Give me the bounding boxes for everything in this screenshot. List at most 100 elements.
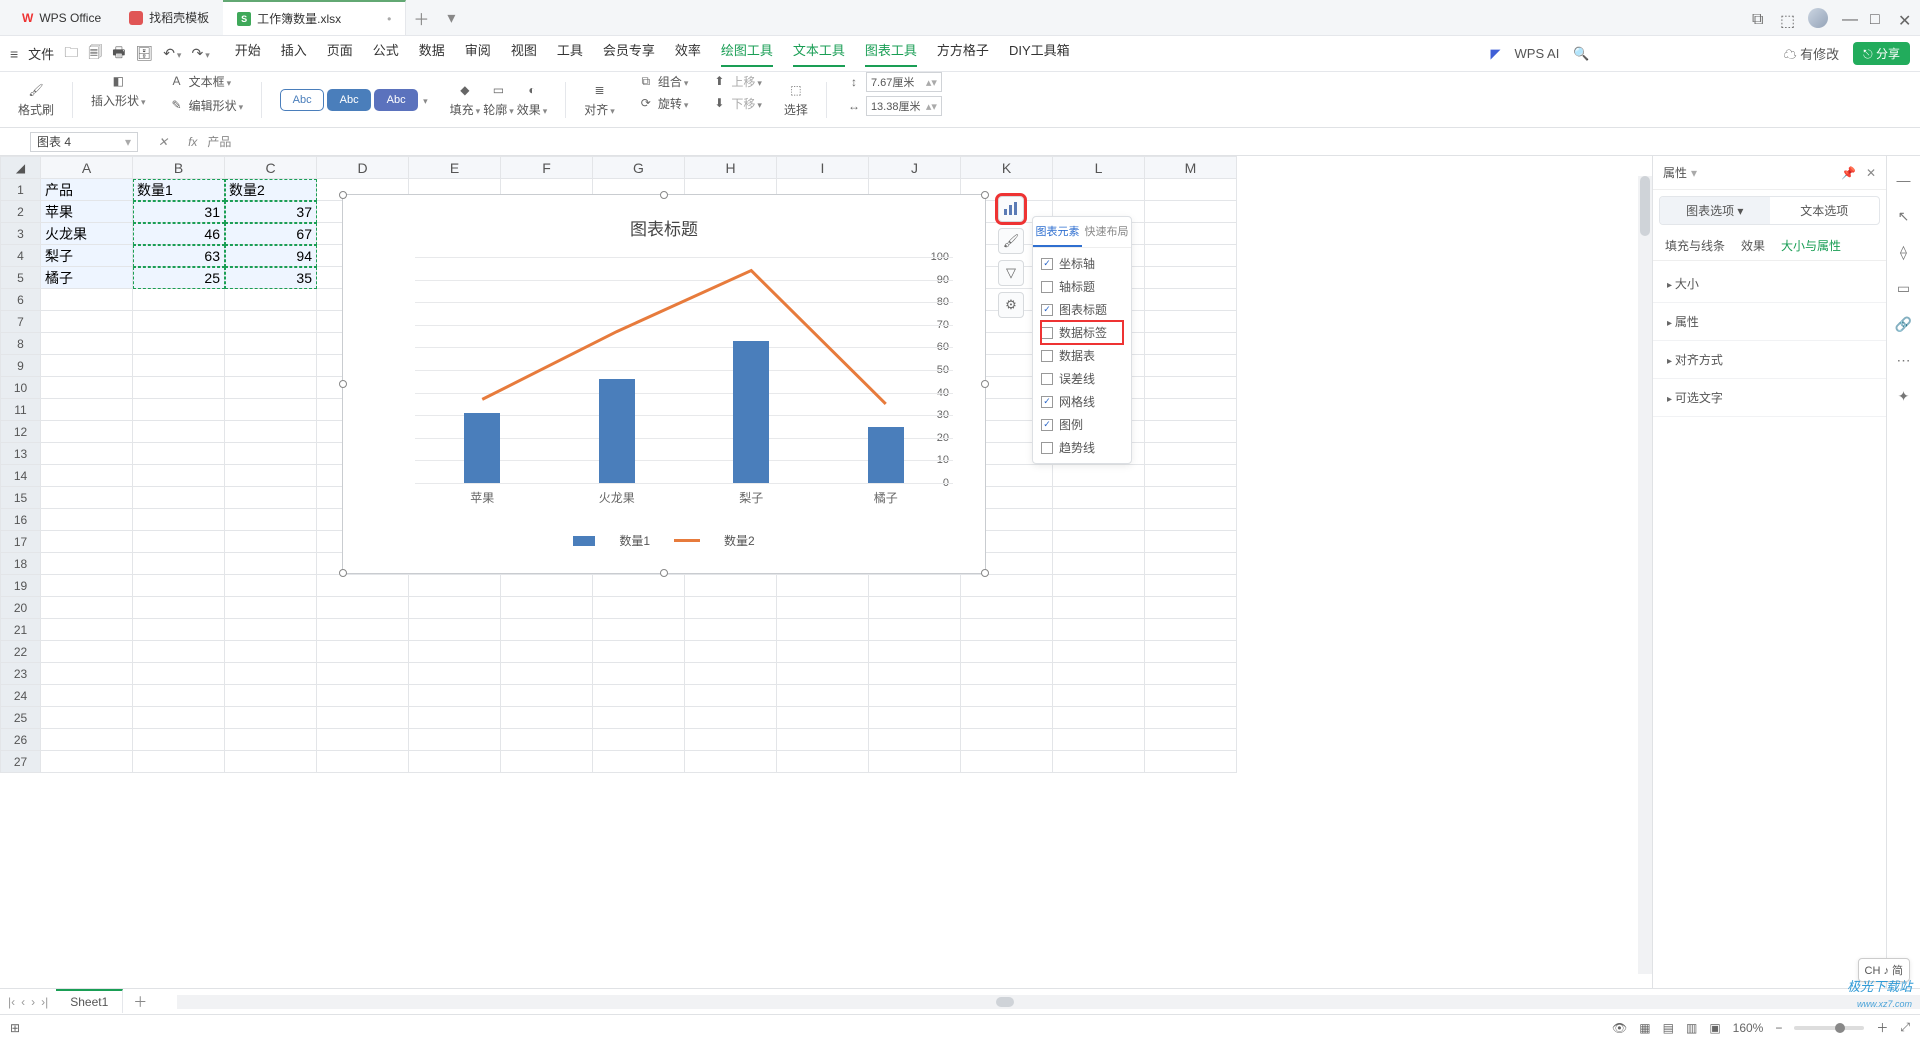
- formula-content[interactable]: 产品: [207, 133, 231, 150]
- panel-close-icon[interactable]: ✕: [1866, 166, 1876, 180]
- checkbox-icon[interactable]: [1041, 350, 1053, 362]
- tab-drawingtools[interactable]: 绘图工具: [721, 40, 773, 67]
- rail-wand-icon[interactable]: ✦: [1894, 386, 1914, 406]
- view-page-icon[interactable]: ▤: [1663, 1021, 1674, 1035]
- style-blue-pill[interactable]: Abc: [327, 89, 371, 111]
- prev-sheet-icon[interactable]: ‹: [21, 995, 25, 1009]
- rail-word-icon[interactable]: ▭: [1894, 278, 1914, 298]
- fx-icon[interactable]: fx: [188, 135, 197, 149]
- edit-shape-button[interactable]: ✎编辑形状: [168, 96, 244, 114]
- sub-effect[interactable]: 效果: [1741, 237, 1765, 254]
- avatar[interactable]: [1808, 8, 1828, 28]
- section-size[interactable]: 大小: [1653, 265, 1886, 303]
- cube-icon[interactable]: ⬚: [1780, 11, 1794, 25]
- wps-ai-label[interactable]: WPS AI: [1515, 46, 1560, 61]
- status-icon[interactable]: ⊞: [10, 1021, 20, 1035]
- last-sheet-icon[interactable]: ›|: [41, 995, 48, 1009]
- chart-element-坐标轴[interactable]: ✓坐标轴: [1041, 252, 1123, 275]
- width-field[interactable]: 13.38厘米▴▾: [866, 96, 942, 116]
- print-preview-icon[interactable]: 🗐: [88, 42, 102, 66]
- pin-icon[interactable]: 📌: [1841, 166, 1856, 180]
- chart-element-误差线[interactable]: 误差线: [1041, 367, 1123, 390]
- tab-member[interactable]: 会员专享: [603, 40, 655, 67]
- checkbox-icon[interactable]: [1041, 373, 1053, 385]
- rail-link-icon[interactable]: 🔗: [1894, 314, 1914, 334]
- rail-more-icon[interactable]: ⋯: [1894, 350, 1914, 370]
- cell[interactable]: 橘子: [41, 267, 133, 289]
- file-menu[interactable]: 文件: [28, 44, 54, 63]
- group-button[interactable]: ⧉组合: [637, 72, 689, 90]
- menu-hamburger-icon[interactable]: ≡: [10, 46, 18, 62]
- maximize-icon[interactable]: □: [1870, 11, 1884, 25]
- insert-shape-button[interactable]: ◧ 插入形状: [91, 72, 146, 109]
- checkbox-icon[interactable]: ✓: [1041, 419, 1053, 431]
- chart-element-数据标签[interactable]: 数据标签: [1041, 321, 1123, 344]
- rail-select-icon[interactable]: ↖: [1894, 206, 1914, 226]
- undo-icon[interactable]: ↶: [163, 45, 181, 62]
- section-alt-text[interactable]: 可选文字: [1653, 379, 1886, 417]
- col-J[interactable]: J: [869, 157, 961, 179]
- next-sheet-icon[interactable]: ›: [31, 995, 35, 1009]
- format-painter-button[interactable]: 🖌 格式刷: [10, 72, 62, 127]
- status-eye-icon[interactable]: 👁: [1612, 1021, 1627, 1035]
- rail-settings-icon[interactable]: ⟠: [1894, 242, 1914, 262]
- sheet-area[interactable]: ◢ A B C D E F G H I J K L M 1产品数量1数量2 2苹…: [0, 156, 1652, 988]
- cell[interactable]: 数量1: [133, 179, 225, 201]
- align-button[interactable]: ≣对齐: [584, 81, 615, 118]
- save-icon[interactable]: 🗀: [64, 42, 78, 66]
- effect-button[interactable]: ◐效果: [517, 81, 548, 118]
- textbox-button[interactable]: A文本框: [168, 72, 232, 90]
- chart-style-button[interactable]: 🖌: [998, 228, 1024, 254]
- col-H[interactable]: H: [685, 157, 777, 179]
- chart-element-数据表[interactable]: 数据表: [1041, 344, 1123, 367]
- shape-style-gallery[interactable]: Abc Abc Abc: [272, 72, 436, 127]
- cell[interactable]: 35: [225, 267, 317, 289]
- close-icon[interactable]: ✕: [1898, 11, 1912, 25]
- line-series[interactable]: [482, 271, 886, 404]
- col-F[interactable]: F: [501, 157, 593, 179]
- plot-area[interactable]: 0102030405060708090100苹果火龙果梨子橘子: [385, 257, 953, 483]
- style-outline-pill[interactable]: Abc: [280, 89, 324, 111]
- rotate-button[interactable]: ⟳旋转: [637, 94, 689, 112]
- vertical-scrollbar[interactable]: [1638, 176, 1652, 974]
- cell[interactable]: 37: [225, 201, 317, 223]
- add-sheet-button[interactable]: ＋: [123, 992, 157, 1012]
- tab-start[interactable]: 开始: [235, 40, 261, 67]
- tab-fanggez[interactable]: 方方格子: [937, 40, 989, 67]
- fill-button[interactable]: ◆填充: [450, 81, 481, 118]
- zoom-value[interactable]: 160%: [1733, 1021, 1764, 1035]
- checkbox-icon[interactable]: [1041, 327, 1053, 339]
- tab-insert[interactable]: 插入: [281, 40, 307, 67]
- sub-fill[interactable]: 填充与线条: [1665, 237, 1725, 254]
- col-C[interactable]: C: [225, 157, 317, 179]
- cell[interactable]: 31: [133, 201, 225, 223]
- style-more-button[interactable]: [421, 93, 428, 107]
- chart-elements-button[interactable]: [998, 196, 1024, 222]
- select-button[interactable]: ⬚ 选择: [776, 72, 816, 127]
- tab-list-button[interactable]: ▾: [436, 8, 466, 28]
- section-properties[interactable]: 属性: [1653, 303, 1886, 341]
- view-reading-icon[interactable]: ▣: [1709, 1021, 1720, 1035]
- select-all-corner[interactable]: ◢: [1, 157, 41, 179]
- chart-element-轴标题[interactable]: 轴标题: [1041, 275, 1123, 298]
- chart-title[interactable]: 图表标题: [357, 215, 971, 240]
- cell[interactable]: 63: [133, 245, 225, 267]
- cell[interactable]: 苹果: [41, 201, 133, 223]
- tab-texttools[interactable]: 文本工具: [793, 40, 845, 67]
- chart-element-趋势线[interactable]: 趋势线: [1041, 436, 1123, 459]
- view-normal-icon[interactable]: ▦: [1639, 1021, 1650, 1035]
- col-L[interactable]: L: [1053, 157, 1145, 179]
- tab-formula[interactable]: 公式: [373, 40, 399, 67]
- cell[interactable]: 梨子: [41, 245, 133, 267]
- minimize-icon[interactable]: —: [1842, 11, 1856, 25]
- sheet-tab-1[interactable]: Sheet1: [56, 989, 123, 1013]
- active-doc-tab[interactable]: S 工作簿数量.xlsx •: [223, 0, 406, 35]
- checkbox-icon[interactable]: ✓: [1041, 304, 1053, 316]
- embedded-chart[interactable]: 图表标题 0102030405060708090100苹果火龙果梨子橘子 数量1…: [342, 194, 986, 574]
- outline-button[interactable]: ▭轮廓: [483, 81, 514, 118]
- chart-element-图例[interactable]: ✓图例: [1041, 413, 1123, 436]
- style-dark-pill[interactable]: Abc: [374, 89, 418, 111]
- col-I[interactable]: I: [777, 157, 869, 179]
- checkbox-icon[interactable]: [1041, 442, 1053, 454]
- first-sheet-icon[interactable]: |‹: [8, 995, 15, 1009]
